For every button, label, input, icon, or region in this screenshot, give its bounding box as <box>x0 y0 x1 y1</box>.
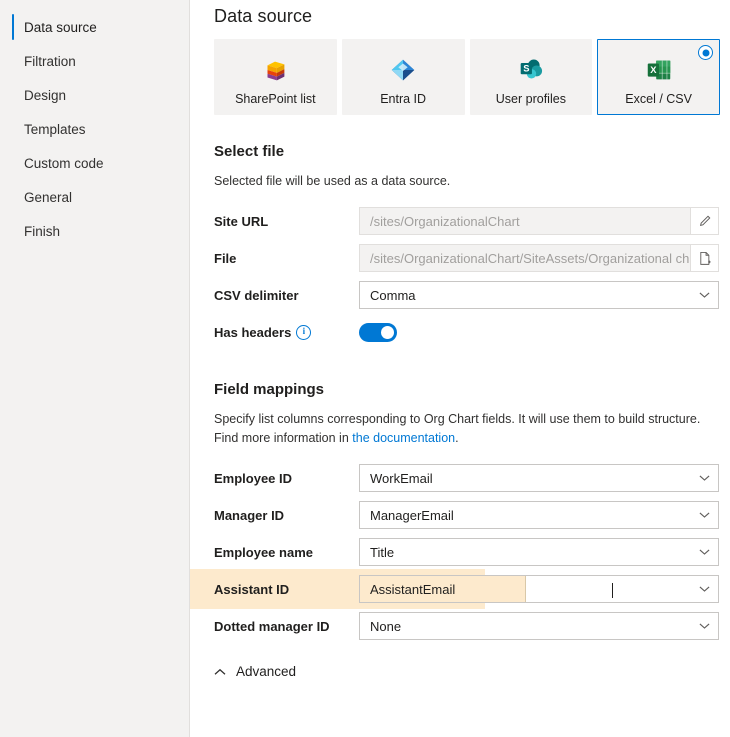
sidebar-item-design[interactable]: Design <box>0 78 189 112</box>
form-row-assistant-id: Assistant ID AssistantEmail <box>190 569 720 609</box>
employee-id-value: WorkEmail <box>370 470 433 486</box>
sidebar-item-label: Custom code <box>24 155 104 171</box>
advanced-label: Advanced <box>236 664 297 679</box>
sidebar-item-label: Design <box>24 87 67 103</box>
active-indicator <box>12 218 14 244</box>
has-headers-label-text: Has headers <box>214 324 292 340</box>
data-source-card-entra-id[interactable]: Entra ID <box>341 39 465 115</box>
chevron-down-icon <box>690 474 718 482</box>
site-url-field[interactable]: /sites/OrganizationalChart <box>359 207 719 235</box>
data-source-card-group: SharePoint list Entra ID S User profiles… <box>214 39 720 115</box>
sidebar-item-label: Templates <box>24 121 86 137</box>
active-indicator <box>12 150 14 176</box>
sidebar-item-data-source[interactable]: Data source <box>0 10 189 44</box>
main-content: Data source SharePoint list Entra ID S U… <box>190 0 730 737</box>
site-url-value: /sites/OrganizationalChart <box>370 213 520 229</box>
form-row-site-url: Site URL /sites/OrganizationalChart <box>214 207 720 235</box>
user-profiles-icon: S <box>516 53 546 87</box>
dotted-manager-id-select[interactable]: None <box>359 612 719 640</box>
text-caret <box>612 583 613 598</box>
chevron-up-icon <box>214 668 226 676</box>
has-headers-label: Has headers i <box>214 324 359 340</box>
data-source-card-label: Entra ID <box>380 92 427 106</box>
employee-name-select[interactable]: Title <box>359 538 719 566</box>
data-source-card-excel-csv[interactable]: X Excel / CSV <box>597 39 720 115</box>
csv-delimiter-value: Comma <box>370 287 416 303</box>
sidebar-item-finish[interactable]: Finish <box>0 214 189 248</box>
radio-selected-icon[interactable] <box>698 45 713 60</box>
form-row-has-headers: Has headers i <box>214 318 720 346</box>
form-row-file: File /sites/OrganizationalChart/SiteAsse… <box>214 244 720 272</box>
site-url-label: Site URL <box>214 213 269 229</box>
chevron-down-icon <box>690 291 718 299</box>
dotted-manager-id-value: None <box>370 618 402 634</box>
file-field[interactable]: /sites/OrganizationalChart/SiteAssets/Or… <box>359 244 719 272</box>
employee-name-value: Title <box>370 544 395 560</box>
active-indicator <box>12 184 14 210</box>
sidebar-item-label: Finish <box>24 223 61 239</box>
entra-id-icon <box>388 53 418 87</box>
field-mappings-description: Specify list columns corresponding to Or… <box>214 410 714 448</box>
employee-name-label: Employee name <box>214 544 313 560</box>
chevron-down-icon <box>690 585 718 593</box>
documentation-link[interactable]: the documentation <box>352 431 455 445</box>
wizard-sidebar: Data source Filtration Design Templates … <box>0 0 190 737</box>
assistant-id-value: AssistantEmail <box>360 576 527 602</box>
csv-delimiter-label: CSV delimiter <box>214 287 299 303</box>
info-icon[interactable]: i <box>296 324 312 340</box>
data-source-card-label: SharePoint list <box>235 92 316 106</box>
data-source-card-sharepoint-list[interactable]: SharePoint list <box>214 39 337 115</box>
form-row-csv-delimiter: CSV delimiter Comma <box>214 281 720 309</box>
field-mappings-title: Field mappings <box>214 381 325 398</box>
page-title: Data source <box>214 6 313 26</box>
active-indicator <box>12 116 14 142</box>
sidebar-item-label: General <box>24 189 73 205</box>
form-row-manager-id: Manager ID ManagerEmail <box>214 501 720 529</box>
edit-pencil-icon[interactable] <box>690 208 718 234</box>
select-file-description: Selected file will be used as a data sou… <box>214 174 451 188</box>
file-value: /sites/OrganizationalChart/SiteAssets/Or… <box>370 250 690 266</box>
manager-id-label: Manager ID <box>214 507 285 523</box>
form-row-employee-name: Employee name Title <box>214 538 720 566</box>
field-mappings-description-part2: . <box>455 431 459 445</box>
sidebar-item-label: Data source <box>24 19 97 35</box>
browse-file-icon[interactable] <box>690 245 718 271</box>
svg-text:S: S <box>523 64 529 74</box>
assistant-id-label: Assistant ID <box>214 581 290 597</box>
chevron-down-icon <box>690 548 718 556</box>
active-indicator <box>12 14 14 40</box>
csv-delimiter-select[interactable]: Comma <box>359 281 719 309</box>
has-headers-toggle[interactable] <box>359 322 397 342</box>
form-row-dotted-manager-id: Dotted manager ID None <box>214 612 720 640</box>
active-indicator <box>12 82 14 108</box>
toggle-knob <box>381 325 394 339</box>
form-row-employee-id: Employee ID WorkEmail <box>214 464 720 492</box>
file-label: File <box>214 250 237 266</box>
select-file-title: Select file <box>214 143 285 160</box>
sidebar-item-label: Filtration <box>24 53 76 69</box>
data-source-card-user-profiles[interactable]: S User profiles <box>469 39 593 115</box>
data-source-card-label: Excel / CSV <box>625 92 692 106</box>
sidebar-item-templates[interactable]: Templates <box>0 112 189 146</box>
app-root: Data source Filtration Design Templates … <box>0 0 730 737</box>
advanced-toggle[interactable]: Advanced <box>214 664 720 679</box>
active-indicator <box>12 48 14 74</box>
sharepoint-list-icon <box>260 53 290 87</box>
sidebar-item-custom-code[interactable]: Custom code <box>0 146 189 180</box>
data-source-card-label: User profiles <box>495 92 566 106</box>
sidebar-item-filtration[interactable]: Filtration <box>0 44 189 78</box>
assistant-id-select[interactable]: AssistantEmail <box>359 575 719 603</box>
excel-csv-icon: X <box>644 53 674 87</box>
manager-id-select[interactable]: ManagerEmail <box>359 501 719 529</box>
sidebar-item-general[interactable]: General <box>0 180 189 214</box>
employee-id-label: Employee ID <box>214 470 293 486</box>
manager-id-value: ManagerEmail <box>370 507 454 523</box>
chevron-down-icon <box>690 511 718 519</box>
chevron-down-icon <box>690 622 718 630</box>
dotted-manager-id-label: Dotted manager ID <box>214 618 330 634</box>
svg-text:X: X <box>650 65 657 75</box>
employee-id-select[interactable]: WorkEmail <box>359 464 719 492</box>
